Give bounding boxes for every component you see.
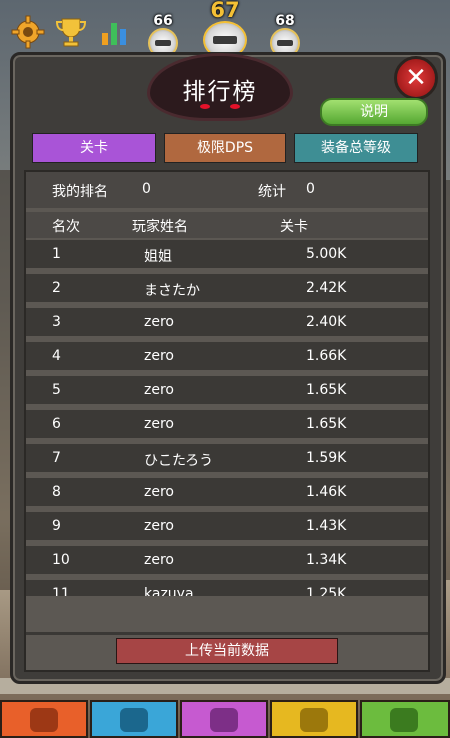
explain-button[interactable]: 说明 xyxy=(320,98,428,126)
my-rank-value: 0 xyxy=(142,181,151,197)
row-player-name: zero xyxy=(144,314,174,330)
row-stage-value: 5.00K xyxy=(306,246,347,262)
table-row: 4 zero 1.66K xyxy=(26,342,428,370)
treasure-icon xyxy=(390,708,418,732)
row-stage-value: 2.40K xyxy=(306,314,347,330)
row-stage-value: 2.42K xyxy=(306,280,347,296)
row-player-name: zero xyxy=(144,348,174,364)
row-stage-value: 1.34K xyxy=(306,552,347,568)
column-header-player: 玩家姓名 xyxy=(132,219,188,235)
row-rank: 9 xyxy=(52,518,61,534)
row-rank: 3 xyxy=(52,314,61,330)
tab-max-dps[interactable]: 极限DPS xyxy=(164,133,286,163)
tab-equipment-level[interactable]: 装备总等级 xyxy=(294,133,418,163)
table-row: 1 姐姐 5.00K xyxy=(26,240,428,268)
row-player-name: kazuya xyxy=(144,586,194,596)
row-stage-value: 1.46K xyxy=(306,484,347,500)
my-rank-label: 我的排名 xyxy=(52,184,108,200)
table-row: 5 zero 1.65K xyxy=(26,376,428,404)
stat-label: 统计 xyxy=(258,184,286,200)
pet-icon xyxy=(300,708,328,732)
row-player-name: zero xyxy=(144,518,174,534)
row-rank: 2 xyxy=(52,280,61,296)
table-row: 10 zero 1.34K xyxy=(26,546,428,574)
row-rank: 4 xyxy=(52,348,61,364)
tab-bar: 关卡 极限DPS 装备总等级 xyxy=(32,133,418,163)
row-stage-value: 1.66K xyxy=(306,348,347,364)
gear-icon[interactable] xyxy=(10,14,46,50)
close-button[interactable]: ✕ xyxy=(394,56,438,100)
close-icon: ✕ xyxy=(405,63,427,93)
stage-badge-current[interactable]: 67 xyxy=(200,0,250,59)
table-row: 8 zero 1.46K xyxy=(26,478,428,506)
hero-icon xyxy=(210,708,238,732)
table-row: 7 ひこたろう 1.59K xyxy=(26,444,428,472)
row-stage-value: 1.65K xyxy=(306,382,347,398)
table-row: 2 まさたか 2.42K xyxy=(26,274,428,302)
row-rank: 5 xyxy=(52,382,61,398)
row-rank: 8 xyxy=(52,484,61,500)
table-header: 名次 玩家姓名 关卡 xyxy=(26,212,428,238)
stage-number: 67 xyxy=(210,0,240,22)
upload-data-button[interactable]: 上传当前数据 xyxy=(116,638,338,664)
row-stage-value: 1.43K xyxy=(306,518,347,534)
stage-number: 66 xyxy=(153,13,173,29)
leaderboard-list[interactable]: 1 姐姐 5.00K 2 まさたか 2.42K 3 zero 2.40K 4 z… xyxy=(26,240,428,596)
row-rank: 11 xyxy=(52,586,70,596)
nav-button-beast[interactable] xyxy=(90,700,178,738)
bar-chart-icon[interactable] xyxy=(96,14,132,50)
row-player-name: ひこたろう xyxy=(144,453,214,469)
row-rank: 1 xyxy=(52,246,61,262)
row-rank: 6 xyxy=(52,416,61,432)
leaderboard-board: 我的排名 0 统计 0 名次 玩家姓名 关卡 1 姐姐 5.00K 2 まさたか… xyxy=(24,170,430,672)
tab-stage[interactable]: 关卡 xyxy=(32,133,156,163)
row-rank: 10 xyxy=(52,552,70,568)
beast-icon xyxy=(120,708,148,732)
trophy-icon[interactable] xyxy=(53,14,89,50)
top-hud: 66 67 68 xyxy=(0,0,450,60)
table-row: 11 kazuya 1.25K xyxy=(26,580,428,596)
row-rank: 7 xyxy=(52,450,61,466)
row-player-name: zero xyxy=(144,382,174,398)
table-row: 3 zero 2.40K xyxy=(26,308,428,336)
row-stage-value: 1.65K xyxy=(306,416,347,432)
panel-title-banner: 排行榜 xyxy=(130,52,310,126)
row-player-name: zero xyxy=(144,416,174,432)
bottom-nav xyxy=(0,700,450,738)
row-player-name: zero xyxy=(144,552,174,568)
table-row: 6 zero 1.65K xyxy=(26,410,428,438)
row-player-name: 姐姐 xyxy=(144,249,172,265)
table-row: 9 zero 1.43K xyxy=(26,512,428,540)
column-header-stage: 关卡 xyxy=(280,219,308,235)
row-player-name: まさたか xyxy=(144,283,200,299)
nav-button-attack[interactable] xyxy=(0,700,88,738)
page-title: 排行榜 xyxy=(182,79,258,105)
row-stage-value: 1.25K xyxy=(306,586,347,596)
stat-value: 0 xyxy=(306,181,315,197)
nav-button-treasure[interactable] xyxy=(360,700,450,738)
divider xyxy=(26,632,428,635)
row-stage-value: 1.59K xyxy=(306,450,347,466)
my-rank-bar: 我的排名 0 统计 0 xyxy=(26,172,428,208)
stage-number: 68 xyxy=(275,13,295,29)
row-player-name: zero xyxy=(144,484,174,500)
column-header-rank: 名次 xyxy=(52,219,80,235)
nav-button-pet[interactable] xyxy=(270,700,358,738)
nav-button-hero[interactable] xyxy=(180,700,268,738)
demon-eyes xyxy=(200,104,240,114)
attack-icon xyxy=(30,708,58,732)
